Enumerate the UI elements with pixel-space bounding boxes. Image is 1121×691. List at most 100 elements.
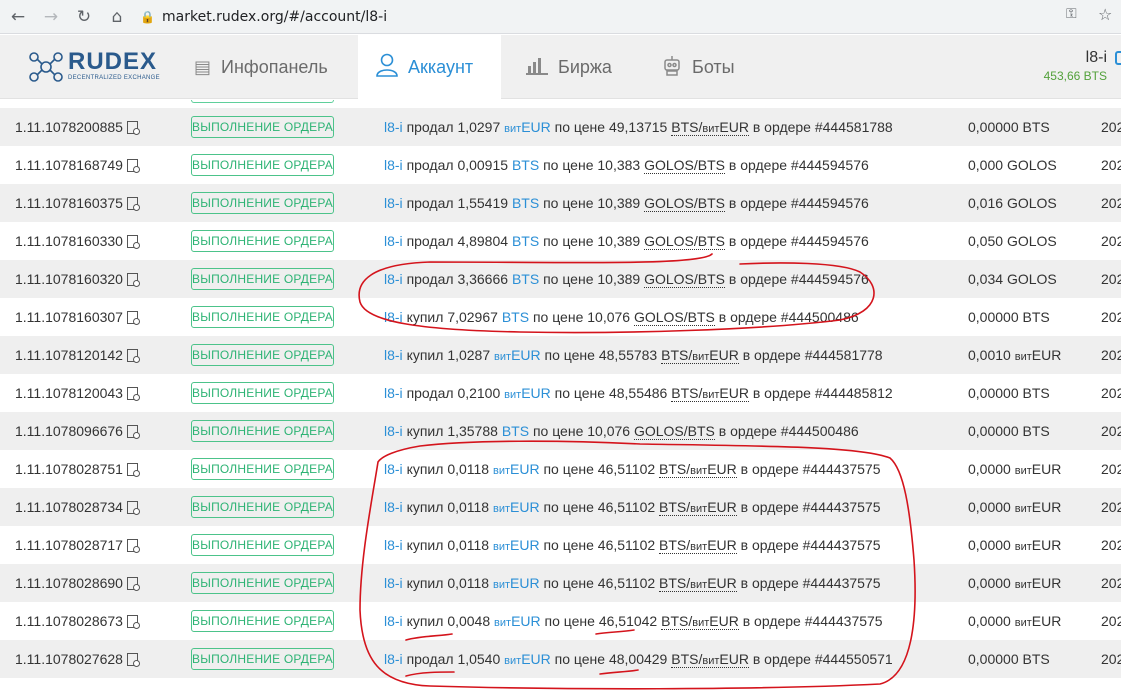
operation-id[interactable]: 1.11.1078096676 (15, 423, 140, 439)
market-pair-link[interactable]: BTS/витEUR (661, 347, 739, 364)
asset-link[interactable]: витEUR (493, 575, 540, 591)
operation-id[interactable]: 1.11.1078028751 (15, 461, 140, 477)
asset-link[interactable]: витEUR (493, 537, 540, 553)
account-link[interactable]: l8-i (384, 537, 403, 553)
asset-link[interactable]: витEUR (493, 461, 540, 477)
account-link[interactable]: l8-i (384, 575, 403, 591)
account-link[interactable]: l8-i (384, 461, 403, 477)
operation-id[interactable]: 1.11.1078120142 (15, 347, 140, 363)
search-document-icon[interactable] (126, 424, 140, 439)
account-link[interactable]: l8-i (384, 423, 403, 439)
market-pair-link[interactable]: GOLOS/BTS (644, 195, 726, 212)
operation-id[interactable]: 1.11.1078028690 (15, 575, 140, 591)
asset-link[interactable]: BTS (512, 157, 539, 173)
operation-id[interactable]: 1.11.1078160307 (15, 309, 140, 325)
asset-link[interactable]: BTS (512, 233, 539, 249)
star-icon[interactable]: ☆ (1098, 5, 1112, 24)
operation-id-text[interactable]: 1.11.1078096676 (15, 423, 123, 439)
operation-id[interactable]: 1.11.1078028734 (15, 499, 140, 515)
operation-id-text[interactable]: 1.11.1078028751 (15, 461, 123, 477)
search-document-icon[interactable] (126, 234, 140, 249)
arrow-left-icon[interactable]: ← (3, 2, 33, 32)
url-text[interactable]: market.rudex.org/#/account/l8-i (162, 9, 387, 25)
market-pair-link[interactable]: BTS/витEUR (671, 385, 749, 402)
asset-link[interactable]: витEUR (493, 499, 540, 515)
operation-id[interactable]: 1.11.1078168749 (15, 157, 140, 173)
nav-tab-dashboard[interactable]: ▤ Инфопанель (194, 35, 328, 99)
account-link[interactable]: l8-i (384, 233, 403, 249)
account-link[interactable]: l8-i (384, 271, 403, 287)
operation-id-text[interactable]: 1.11.1078200885 (15, 119, 123, 135)
account-link[interactable]: l8-i (384, 119, 403, 135)
account-link[interactable]: l8-i (384, 309, 403, 325)
account-link[interactable]: l8-i (384, 613, 403, 629)
operation-id-text[interactable]: 1.11.1078160307 (15, 309, 123, 325)
operation-id[interactable]: 1.11.1078028673 (15, 613, 140, 629)
account-link[interactable]: l8-i (384, 347, 403, 363)
operation-id-text[interactable]: 1.11.1078028690 (15, 575, 123, 591)
market-pair-link[interactable]: GOLOS/BTS (644, 157, 726, 174)
market-pair-link[interactable]: BTS/витEUR (659, 575, 737, 592)
market-pair-link[interactable]: BTS/витEUR (671, 119, 749, 136)
reload-icon[interactable]: ↻ (69, 2, 99, 32)
search-document-icon[interactable] (126, 196, 140, 211)
operation-id[interactable]: 1.11.1078120043 (15, 385, 140, 401)
search-document-icon[interactable] (126, 120, 140, 135)
asset-link[interactable]: витEUR (494, 347, 541, 363)
market-pair-link[interactable]: BTS/витEUR (659, 461, 737, 478)
search-document-icon[interactable] (126, 538, 140, 553)
market-pair-link[interactable]: GOLOS/BTS (644, 233, 726, 250)
operation-id[interactable]: 1.11.1078160375 (15, 195, 140, 211)
operation-id-text[interactable]: 1.11.1078160320 (15, 271, 123, 287)
asset-link[interactable]: витEUR (504, 651, 551, 667)
asset-link[interactable]: витEUR (504, 385, 551, 401)
account-link[interactable]: l8-i (384, 499, 403, 515)
asset-link[interactable]: BTS (512, 195, 539, 211)
arrow-right-icon[interactable]: → (36, 2, 66, 32)
market-pair-link[interactable]: GOLOS/BTS (633, 309, 715, 326)
market-pair-link[interactable]: BTS/витEUR (671, 651, 749, 668)
account-link[interactable]: l8-i (384, 651, 403, 667)
asset-link[interactable]: BTS (502, 423, 529, 439)
account-link[interactable]: l8-i (384, 157, 403, 173)
asset-link[interactable]: витEUR (504, 119, 551, 135)
operation-id-text[interactable]: 1.11.1078028734 (15, 499, 123, 515)
account-link[interactable]: l8-i (384, 195, 403, 211)
operation-id-text[interactable]: 1.11.1078027628 (15, 651, 123, 667)
operation-id-text[interactable]: 1.11.1078028673 (15, 613, 123, 629)
operation-id[interactable]: 1.11.1078027628 (15, 651, 140, 667)
market-pair-link[interactable]: GOLOS/BTS (644, 271, 726, 288)
operation-id-text[interactable]: 1.11.1078160330 (15, 233, 123, 249)
wallet-icon[interactable] (1115, 51, 1121, 65)
search-document-icon[interactable] (126, 462, 140, 477)
home-icon[interactable]: ⌂ (102, 2, 132, 32)
search-document-icon[interactable] (126, 158, 140, 173)
key-icon[interactable]: ⚿ (1066, 6, 1077, 22)
search-document-icon[interactable] (126, 614, 140, 629)
search-document-icon[interactable] (126, 310, 140, 325)
operation-id-text[interactable]: 1.11.1078168749 (15, 157, 123, 173)
rudex-logo[interactable]: RUDEX DECENTRALIZED EXCHANGE (26, 45, 160, 87)
nav-tab-account[interactable]: Аккаунт (358, 35, 502, 99)
asset-link[interactable]: BTS (502, 309, 529, 325)
operation-id-text[interactable]: 1.11.1078028717 (15, 537, 123, 553)
operation-id[interactable]: 1.11.1078160330 (15, 233, 140, 249)
account-name[interactable]: l8-i (1086, 49, 1107, 67)
asset-link[interactable]: витEUR (494, 613, 541, 629)
operation-id-text[interactable]: 1.11.1078160375 (15, 195, 123, 211)
operation-id-text[interactable]: 1.11.1078120142 (15, 347, 123, 363)
account-link[interactable]: l8-i (384, 385, 403, 401)
market-pair-link[interactable]: GOLOS/BTS (633, 423, 715, 440)
search-document-icon[interactable] (126, 386, 140, 401)
market-pair-link[interactable]: BTS/витEUR (659, 537, 737, 554)
nav-tab-bots[interactable]: Боты (662, 35, 735, 99)
market-pair-link[interactable]: BTS/витEUR (659, 499, 737, 516)
operation-id[interactable]: 1.11.1078028717 (15, 537, 140, 553)
operation-id[interactable]: 1.11.1078200885 (15, 119, 140, 135)
address-bar[interactable]: 🔒 market.rudex.org/#/account/l8-i (140, 4, 1100, 30)
search-document-icon[interactable] (126, 576, 140, 591)
search-document-icon[interactable] (126, 652, 140, 667)
operation-id[interactable]: 1.11.1078160320 (15, 271, 140, 287)
asset-link[interactable]: BTS (512, 271, 539, 287)
search-document-icon[interactable] (126, 348, 140, 363)
